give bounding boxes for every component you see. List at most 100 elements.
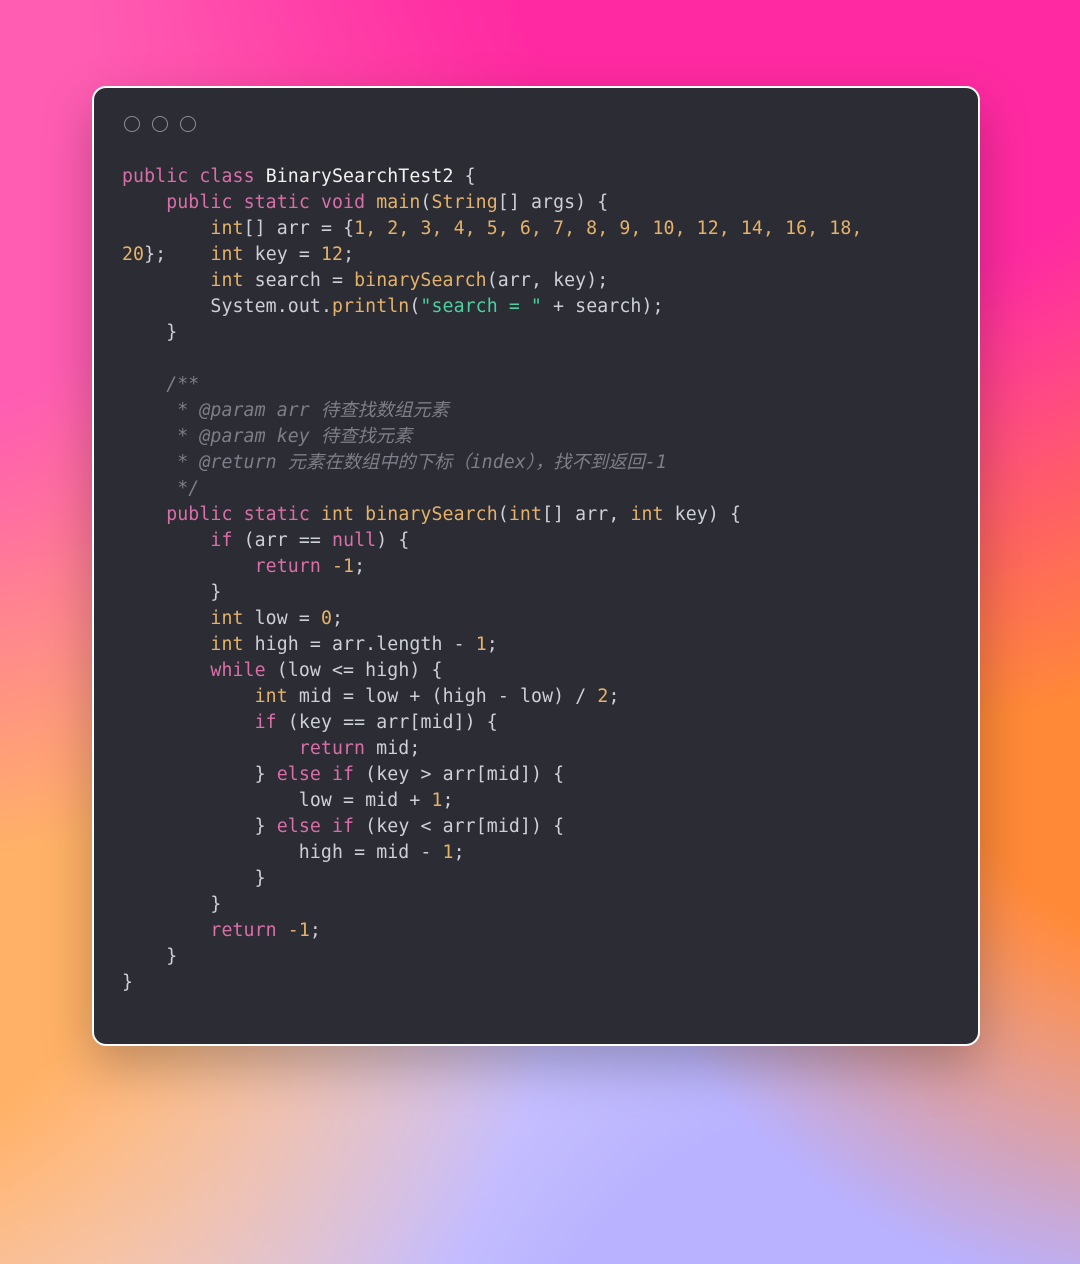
dot: . (365, 634, 376, 655)
paren-close: ) (531, 816, 542, 837)
brace-open: { (432, 660, 443, 681)
semi: ; (487, 634, 498, 655)
param-key: key (675, 504, 708, 525)
zoom-icon[interactable] (180, 116, 196, 132)
javadoc-line-1: * @param arr 待查找数组元素 (166, 400, 449, 421)
num-2: 2 (597, 686, 608, 707)
semi: ; (409, 738, 420, 759)
ref-mid: mid (420, 712, 453, 733)
op-eq: = (343, 790, 354, 811)
ref-mid: mid (487, 764, 520, 785)
ref-arr: arr (443, 816, 476, 837)
op-eq: = (299, 608, 310, 629)
var-mid: mid (299, 686, 332, 707)
op-eq: = (310, 634, 321, 655)
ref-high: high (443, 686, 487, 707)
dot: . (321, 296, 332, 317)
var-low: low (255, 608, 288, 629)
op-plus: + (553, 296, 564, 317)
ref-key: key (299, 712, 332, 733)
ref-low: low (365, 686, 398, 707)
ref-mid: mid (365, 790, 398, 811)
bracket-open: [ (476, 816, 487, 837)
method-main: main (376, 192, 420, 213)
op-plus: + (409, 790, 420, 811)
brace-close: } (122, 972, 133, 993)
type-int: int (255, 686, 288, 707)
arg-key: key (553, 270, 586, 291)
javadoc-line-3: * @return 元素在数组中的下标（index），找不到返回-1 (166, 452, 667, 473)
paren-open: ( (244, 530, 255, 551)
paren-open: ( (498, 504, 509, 525)
type-int: int (210, 608, 243, 629)
javadoc-close: */ (166, 478, 199, 499)
array-literal: 1, 2, 3, 4, 5, 6, 7, 8, 9, 10, 12, 14, 1… (354, 218, 873, 239)
bracket-close: ] (454, 712, 465, 733)
semi: ; (155, 244, 166, 265)
keyword-if: if (332, 816, 354, 837)
semi: ; (332, 608, 343, 629)
brace-close: } (166, 322, 177, 343)
brace-close: } (255, 764, 266, 785)
type-int: int (210, 270, 243, 291)
brace-close: } (255, 816, 266, 837)
type-int: int (630, 504, 663, 525)
op-minus: - (454, 634, 465, 655)
paren-close: ) (575, 192, 586, 213)
type-int: int (210, 244, 243, 265)
brackets: [] (498, 192, 520, 213)
minimize-icon[interactable] (152, 116, 168, 132)
var-search-ref: search (575, 296, 641, 317)
ref-arr: arr (443, 764, 476, 785)
semi: ; (443, 790, 454, 811)
brace-open: { (553, 764, 564, 785)
semi: ; (608, 686, 619, 707)
bracket-open: [ (476, 764, 487, 785)
brace-close: } (144, 244, 155, 265)
paren-open: ( (365, 816, 376, 837)
keyword-public: public (166, 504, 232, 525)
paren-open: ( (409, 296, 420, 317)
ref-mid: mid (376, 842, 409, 863)
keyword-public: public (166, 192, 232, 213)
ref-mid: mid (376, 738, 409, 759)
type-int: int (210, 218, 243, 239)
paren-close: ) (586, 270, 597, 291)
keyword-else: else (277, 816, 321, 837)
num-1: 1 (443, 842, 454, 863)
num-1: 1 (476, 634, 487, 655)
keyword-while: while (210, 660, 265, 681)
comma: , (531, 270, 542, 291)
num-neg1: -1 (332, 556, 354, 577)
paren-open: ( (487, 270, 498, 291)
op-minus: - (420, 842, 431, 863)
brace-open: { (343, 218, 354, 239)
code-editor[interactable]: public class BinarySearchTest2 { public … (122, 164, 950, 996)
array-literal-tail: 20 (122, 244, 144, 265)
comma: , (608, 504, 619, 525)
keyword-return: return (255, 556, 321, 577)
paren-open: ( (432, 686, 443, 707)
paren-open: ( (420, 192, 431, 213)
op-eq: = (321, 218, 332, 239)
ref-arr: arr (332, 634, 365, 655)
brace-open: { (465, 166, 476, 187)
num-1: 1 (431, 790, 442, 811)
keyword-static: static (244, 192, 310, 213)
op-eq: = (343, 686, 354, 707)
brackets: [] (244, 218, 266, 239)
method-binarySearch: binarySearch (365, 504, 498, 525)
ref-arr: arr (255, 530, 288, 551)
semi: ; (597, 270, 608, 291)
brace-open: { (398, 530, 409, 551)
close-icon[interactable] (124, 116, 140, 132)
keyword-if: if (210, 530, 232, 551)
op-gt: > (420, 764, 431, 785)
bracket-close: ] (520, 764, 531, 785)
paren-close: ) (641, 296, 652, 317)
op-minus: - (498, 686, 509, 707)
semi: ; (454, 842, 465, 863)
num-neg1: -1 (288, 920, 310, 941)
keyword-if: if (255, 712, 277, 733)
ref-key: key (376, 764, 409, 785)
